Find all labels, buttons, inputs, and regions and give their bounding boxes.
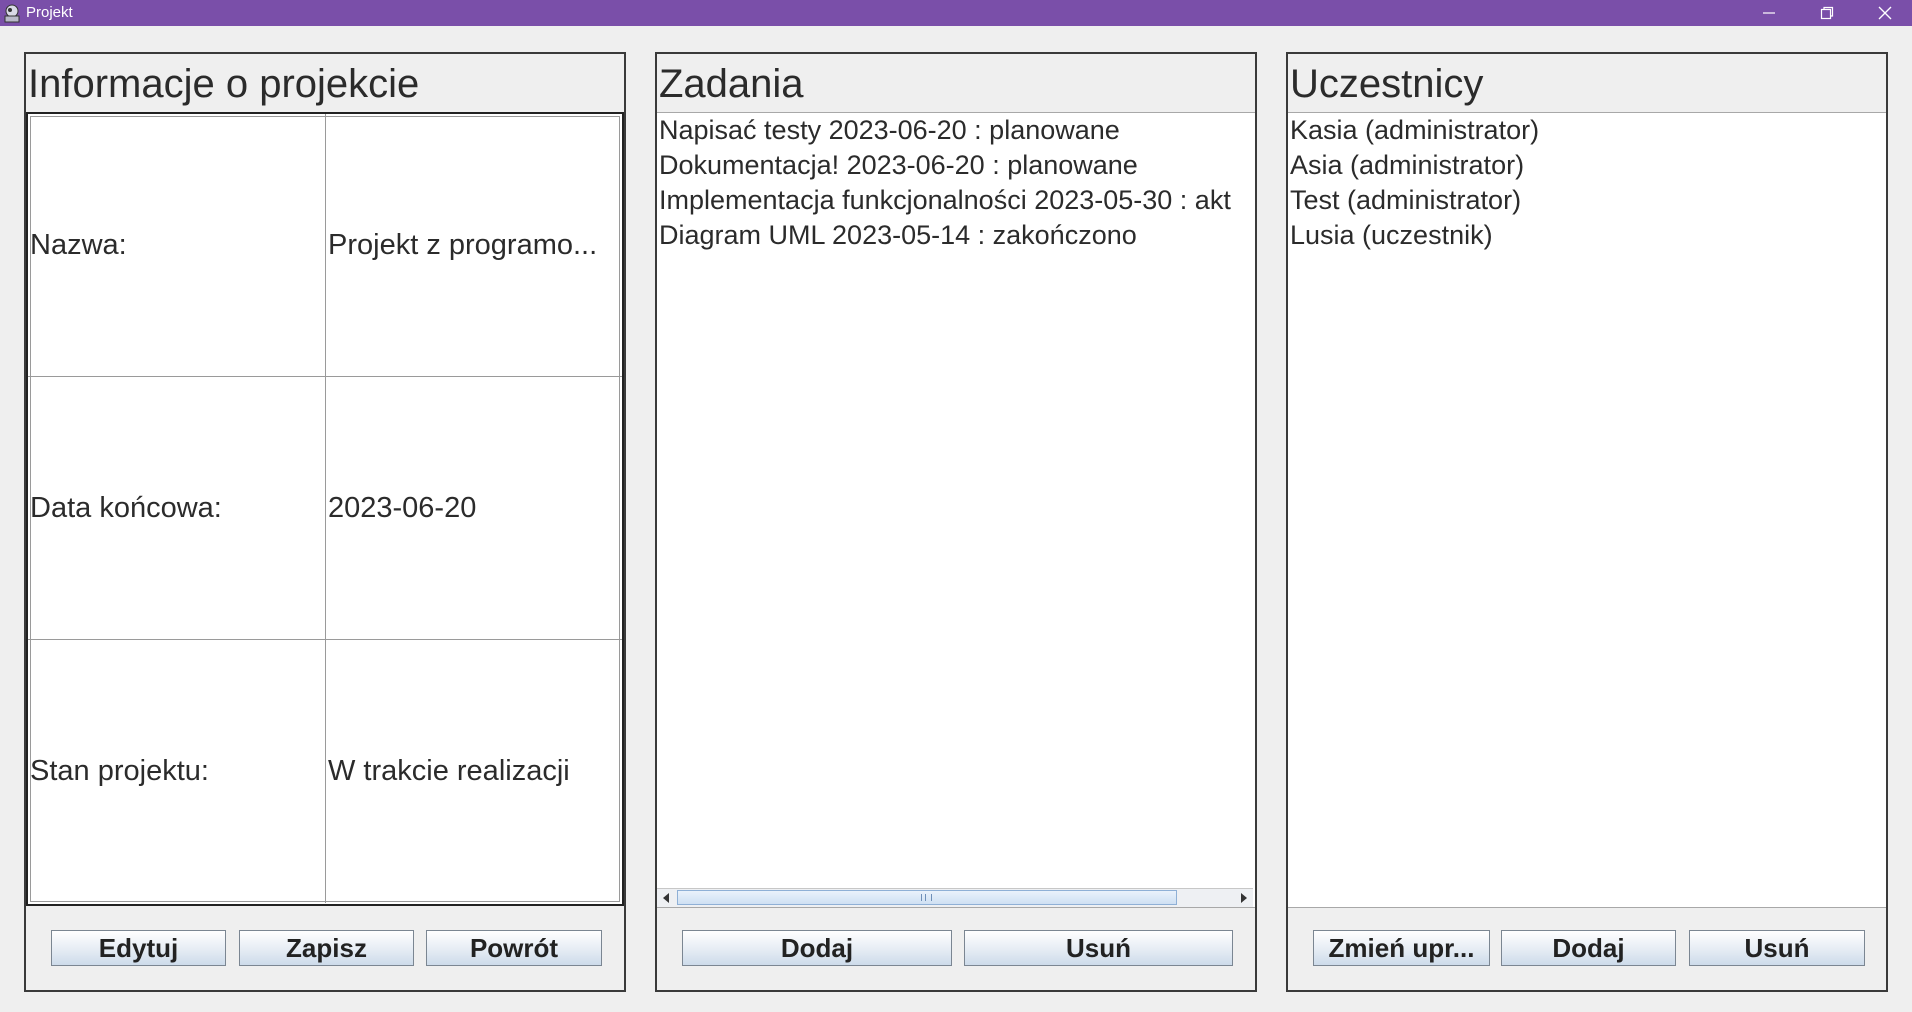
list-item[interactable]: Lusia (uczestnik): [1288, 218, 1886, 253]
minimize-button[interactable]: [1740, 0, 1798, 26]
remove-participant-button[interactable]: Usuń: [1689, 930, 1865, 966]
add-task-button[interactable]: Dodaj: [682, 930, 952, 966]
close-icon: [1878, 6, 1892, 20]
table-row: Nazwa: Projekt z programo...: [28, 114, 622, 377]
title-bar: Projekt: [0, 0, 1912, 26]
list-item[interactable]: Dokumentacja! 2023-06-20 : planowane: [657, 148, 1255, 183]
window-title: Projekt: [26, 4, 73, 21]
name-value[interactable]: Projekt z programo...: [326, 114, 622, 376]
scrollbar-thumb[interactable]: [677, 890, 1177, 905]
add-participant-button[interactable]: Dodaj: [1501, 930, 1676, 966]
scroll-left-button[interactable]: [657, 889, 675, 907]
project-info-table: Nazwa: Projekt z programo... Data końcow…: [26, 112, 624, 906]
list-item[interactable]: Asia (administrator): [1288, 148, 1886, 183]
tasks-list[interactable]: Napisać testy 2023-06-20 : planowane Dok…: [657, 112, 1255, 908]
participants-panel: Uczestnicy Kasia (administrator) Asia (a…: [1286, 52, 1888, 992]
back-button[interactable]: Powrót: [426, 930, 602, 966]
list-item[interactable]: Kasia (administrator): [1288, 113, 1886, 148]
status-label: Stan projektu:: [28, 640, 326, 903]
table-row: Stan projektu: W trakcie realizacji: [28, 640, 622, 903]
project-info-title: Informacje o projekcie: [28, 62, 420, 106]
restore-icon: [1820, 6, 1834, 20]
restore-button[interactable]: [1798, 0, 1856, 26]
project-info-panel: Informacje o projekcie Nazwa: Projekt z …: [24, 52, 626, 992]
table-row: Data końcowa: 2023-06-20: [28, 377, 622, 640]
change-role-button[interactable]: Zmień upr...: [1313, 930, 1490, 966]
participants-title: Uczestnicy: [1290, 62, 1484, 106]
app-icon: [2, 3, 22, 23]
close-button[interactable]: [1856, 0, 1912, 26]
scrollbar-grip-icon: [921, 894, 932, 901]
participants-list[interactable]: Kasia (administrator) Asia (administrato…: [1288, 112, 1886, 908]
tasks-panel: Zadania Napisać testy 2023-06-20 : plano…: [655, 52, 1257, 992]
minimize-icon: [1763, 12, 1775, 14]
tasks-title: Zadania: [659, 62, 804, 106]
chevron-left-icon: [663, 893, 669, 903]
save-button[interactable]: Zapisz: [239, 930, 414, 966]
list-item[interactable]: Test (administrator): [1288, 183, 1886, 218]
end-date-value[interactable]: 2023-06-20: [326, 377, 622, 639]
edit-button[interactable]: Edytuj: [51, 930, 226, 966]
horizontal-scrollbar[interactable]: [657, 888, 1253, 907]
status-value[interactable]: W trakcie realizacji: [326, 640, 622, 903]
list-item[interactable]: Diagram UML 2023-05-14 : zakończono: [657, 218, 1255, 253]
scroll-right-button[interactable]: [1235, 889, 1253, 907]
end-date-label: Data końcowa:: [28, 377, 326, 639]
name-label: Nazwa:: [28, 114, 326, 376]
list-item[interactable]: Implementacja funkcjonalności 2023-05-30…: [657, 183, 1255, 218]
chevron-right-icon: [1241, 893, 1247, 903]
list-item[interactable]: Napisać testy 2023-06-20 : planowane: [657, 113, 1255, 148]
remove-task-button[interactable]: Usuń: [964, 930, 1233, 966]
